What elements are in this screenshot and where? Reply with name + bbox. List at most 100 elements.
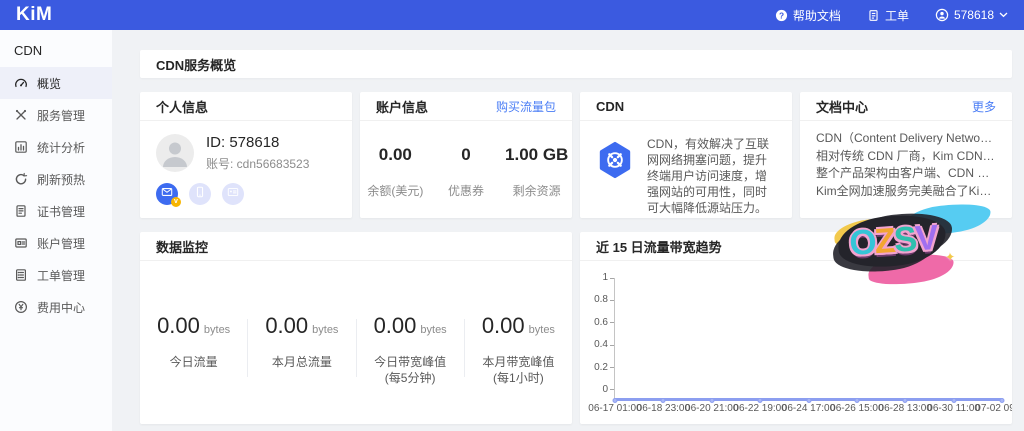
y-tick-label: 0 <box>602 385 614 395</box>
buy-traffic-package-link[interactable]: 购买流量包 <box>496 98 556 115</box>
sidebar-item-certificate-management[interactable]: 证书管理 <box>0 195 112 227</box>
x-tick-label: 06-20 21:00 <box>685 403 738 414</box>
coupon-stat: 0 优惠券 <box>431 145 502 199</box>
page-title: CDN服务概览 <box>140 50 1012 78</box>
chevron-down-icon <box>999 12 1008 18</box>
certificate-icon <box>14 204 28 218</box>
phone-icon <box>194 185 206 203</box>
id-card-icon <box>227 185 239 203</box>
user-id-value: ID: 578618 <box>206 134 309 151</box>
topbar: KiM ? 帮助文档 工单 578618 <box>0 0 1024 30</box>
docs-center-card: 文档中心 更多 CDN（Content Delivery Network），也即… <box>800 92 1012 218</box>
sidebar-item-label: 证书管理 <box>37 203 85 220</box>
docs-center-title: 文档中心 <box>816 97 868 116</box>
email-verified-button[interactable]: v <box>156 183 178 205</box>
fee-icon <box>14 300 28 314</box>
month-traffic-value: 0.00 <box>265 313 308 338</box>
sidebar-item-overview[interactable]: 概览 <box>0 67 112 99</box>
chart-plot-area <box>614 278 1002 400</box>
y-tick-label: 0.2 <box>594 363 614 373</box>
y-tick-label: 1 <box>602 273 614 283</box>
data-monitor-card: 数据监控 0.00bytes 今日流量 0.00bytes 本月总流量 0.00… <box>140 232 572 424</box>
user-circle-icon <box>935 8 949 22</box>
remaining-resource-stat: 1.00 GB 剩余资源 <box>501 145 572 199</box>
sidebar-item-billing-center[interactable]: 费用中心 <box>0 291 112 323</box>
cdn-hexagon-icon <box>596 141 634 179</box>
avatar <box>156 134 194 172</box>
balance-value: 0.00 <box>360 145 431 165</box>
question-circle-icon: ? <box>775 9 788 22</box>
y-tick-label: 0.6 <box>594 318 614 328</box>
doc-link[interactable]: CDN（Content Delivery Network），也即内容分发... <box>816 130 996 148</box>
x-tick-label: 06-22 19:00 <box>733 403 786 414</box>
chart-y-axis: 1 0.8 0.6 0.4 0.2 0 <box>588 273 614 395</box>
x-tick-label: 07-02 09:00 <box>975 403 1012 414</box>
gauge-icon <box>14 76 28 90</box>
x-tick-label: 06-26 15:00 <box>830 403 883 414</box>
phone-button[interactable] <box>189 183 211 205</box>
x-tick-label: 06-28 13:00 <box>879 403 932 414</box>
docs-more-link[interactable]: 更多 <box>972 98 996 115</box>
sidebar-item-account-management[interactable]: 账户管理 <box>0 227 112 259</box>
personal-info-title: 个人信息 <box>156 97 208 116</box>
sidebar-item-label: 工单管理 <box>37 267 85 284</box>
doc-link[interactable]: Kim全网加速服务完美融合了Kim对象存储和 CDN ... <box>816 183 996 201</box>
today-peak-value: 0.00 <box>374 313 417 338</box>
bandwidth-trend-title: 近 15 日流量带宽趋势 <box>596 237 722 256</box>
id-card-button[interactable] <box>222 183 244 205</box>
remaining-resource-label: 剩余资源 <box>501 182 572 199</box>
topbar-actions: ? 帮助文档 工单 578618 <box>775 7 1008 24</box>
ticket-label: 工单 <box>885 7 909 24</box>
svg-text:?: ? <box>779 10 784 20</box>
sidebar-item-refresh-preheat[interactable]: 刷新预热 <box>0 163 112 195</box>
bar-chart-icon <box>14 140 28 154</box>
month-peak-bandwidth-stat: 0.00bytes 本月带宽峰值(每1小时) <box>465 313 572 386</box>
chart-x-axis: 06-17 01:0006-18 23:0006-20 21:0006-22 1… <box>615 400 1002 416</box>
account-info-title: 账户信息 <box>376 97 428 116</box>
cdn-card-title: CDN <box>596 99 624 114</box>
sidebar-item-ticket-management[interactable]: 工单管理 <box>0 259 112 291</box>
x-tick-label: 06-30 11:00 <box>927 403 980 414</box>
sidebar-item-label: 概览 <box>37 75 61 92</box>
ticket-list-icon <box>14 268 28 282</box>
balance-label: 余额(美元) <box>360 182 431 199</box>
x-tick-label: 06-18 23:00 <box>637 403 690 414</box>
x-tick-label: 06-17 01:00 <box>588 403 641 414</box>
help-docs-button[interactable]: ? 帮助文档 <box>775 7 841 24</box>
user-menu[interactable]: 578618 <box>935 8 1008 22</box>
today-peak-bandwidth-stat: 0.00bytes 今日带宽峰值(每5分钟) <box>357 313 464 386</box>
sidebar-item-label: 服务管理 <box>37 107 85 124</box>
personal-info-card: 个人信息 ID: 578618 账号: cdn56683523 <box>140 92 352 218</box>
doc-link[interactable]: 相对传统 CDN 厂商，Kim CDN 服务完全实现全自... <box>816 148 996 166</box>
refresh-icon <box>14 172 28 186</box>
help-docs-label: 帮助文档 <box>793 7 841 24</box>
y-tick-label: 0.4 <box>594 340 614 350</box>
data-monitor-title: 数据监控 <box>156 237 208 256</box>
month-traffic-stat: 0.00bytes 本月总流量 <box>248 313 355 370</box>
sidebar-item-label: 账户管理 <box>37 235 85 252</box>
y-tick-label: 0.8 <box>594 295 614 305</box>
sidebar-item-label: 统计分析 <box>37 139 85 156</box>
sidebar-item-label: 费用中心 <box>37 299 85 316</box>
bandwidth-trend-card: 近 15 日流量带宽趋势 10.80.60.40.20 06-17 01:000… <box>580 232 1012 424</box>
cdn-promo-card: CDN CDN，有效解决了互联网网络拥塞问题，提升终端用户访问速度，增强网站的可… <box>580 92 792 218</box>
account-card-icon <box>14 236 28 250</box>
user-account-value: 账号: cdn56683523 <box>206 155 309 172</box>
user-id: 578618 <box>954 8 994 22</box>
month-peak-value: 0.00 <box>482 313 525 338</box>
doc-link[interactable]: 整个产品架构由客户端、CDN 网络、企业源站、... <box>816 165 996 183</box>
x-tick-label: 06-24 17:00 <box>782 403 835 414</box>
ticket-button[interactable]: 工单 <box>867 7 909 24</box>
sidebar-item-statistics[interactable]: 统计分析 <box>0 131 112 163</box>
account-info-card: 账户信息 购买流量包 0.00 余额(美元) 0 优惠券 1.00 GB 剩余资… <box>360 92 572 218</box>
verified-badge: v <box>171 197 181 207</box>
today-traffic-stat: 0.00bytes 今日流量 <box>140 313 247 370</box>
sidebar: CDN 概览 服务管理 统计分析 刷新预热 <box>0 30 112 431</box>
remaining-resource-value: 1.00 GB <box>501 145 572 165</box>
ticket-icon <box>867 9 880 22</box>
app-logo[interactable]: KiM <box>16 0 52 30</box>
bandwidth-trend-chart: 10.80.60.40.20 06-17 01:0006-18 23:0006-… <box>580 261 1012 416</box>
tools-icon <box>14 108 28 122</box>
main-content: CDN服务概览 个人信息 ID: 578618 账号: cdn56683523 <box>112 30 1024 431</box>
sidebar-item-service-management[interactable]: 服务管理 <box>0 99 112 131</box>
